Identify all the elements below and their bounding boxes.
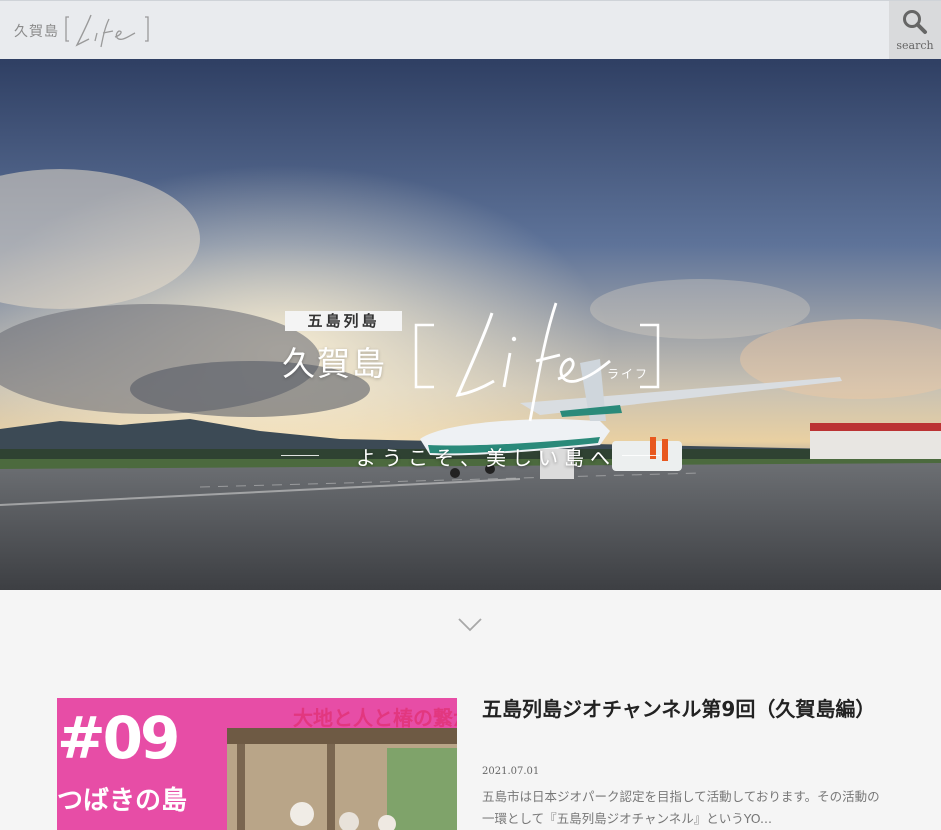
tagline-right-rule xyxy=(622,455,660,456)
article-thumbnail[interactable]: #09 つばきの島 大地と人と椿の繋がり xyxy=(57,698,457,830)
thumbnail-subtitle: つばきの島 xyxy=(57,786,188,816)
site-logo[interactable]: 久賀島 xyxy=(14,11,151,51)
hero-kana: ライフ xyxy=(607,367,650,381)
tagline-left-rule xyxy=(281,455,319,456)
search-button[interactable]: search xyxy=(889,1,941,59)
logo-life-script xyxy=(63,11,151,51)
hero-image: 五島列島 久賀島 ライフ ようこそ、美しい島へ xyxy=(0,59,941,590)
chevron-down-icon[interactable] xyxy=(458,618,482,632)
article-date: 2021.07.01 xyxy=(482,766,540,777)
hero-life-script xyxy=(414,302,660,422)
search-label: search xyxy=(896,39,934,52)
article-excerpt: 五島市は日本ジオパーク認定を目指して活動しております。その活動の一環として『五島… xyxy=(482,789,880,826)
thumbnail-episode-number: #09 xyxy=(57,704,180,772)
article-title[interactable]: 五島列島ジオチャンネル第9回（久賀島編） xyxy=(482,695,882,724)
thumbnail-banner: 大地と人と椿の繋がり xyxy=(293,706,457,730)
site-header: 久賀島 search xyxy=(0,0,941,59)
hero-tagline: ようこそ、美しい島へ xyxy=(356,446,616,470)
search-icon xyxy=(903,10,927,34)
thumbnail-photo xyxy=(227,728,457,830)
logo-kanji: 久賀島 xyxy=(14,24,59,40)
hero-label: 五島列島 xyxy=(285,311,402,331)
hero-kanji: 久賀島 xyxy=(282,344,387,383)
